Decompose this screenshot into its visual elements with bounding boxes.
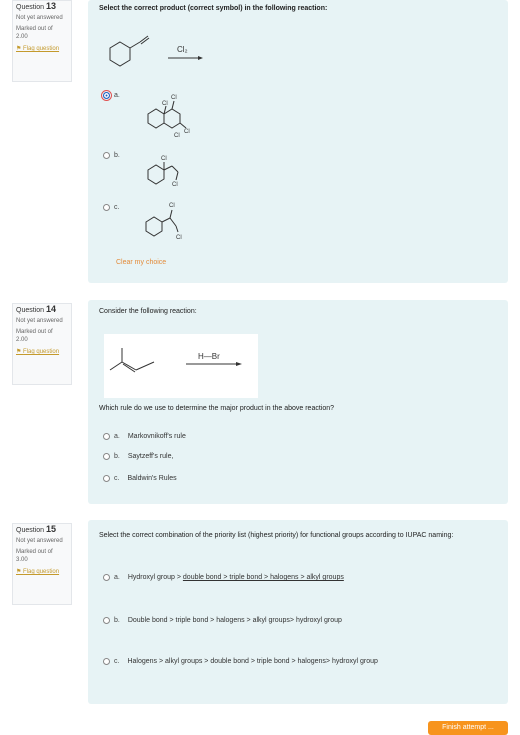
arrow-head [198, 56, 203, 60]
reaction-image: H—Br [104, 334, 258, 398]
atom-label: Cl [169, 203, 175, 209]
option-text: Markovnikoff's rule [127, 433, 186, 440]
question-text: Select the correct combination of the pr… [99, 532, 454, 539]
atom-label: Cl [161, 156, 167, 162]
question-content-15: Select the correct combination of the pr… [88, 520, 508, 704]
reaction-scheme: H—Br [109, 348, 242, 373]
option-letter: b. [114, 453, 120, 460]
option-c[interactable]: c. [103, 204, 127, 211]
question-content-14: Consider the following reaction: H—Br Wh… [88, 300, 508, 504]
radio-option-c[interactable] [103, 475, 110, 482]
flag-icon: ⚑ [16, 349, 24, 355]
question-number: Question 13 [16, 1, 56, 11]
marks-value: 2.00 [16, 34, 28, 40]
option-text: Double bond > triple bond > halogens > a… [127, 617, 342, 624]
option-text: Halogens > alkyl groups > double bond > … [127, 658, 378, 665]
vinyl-bond [129, 41, 141, 49]
radio-option-a[interactable] [103, 433, 110, 440]
radio-option-b[interactable] [103, 152, 110, 159]
radio-option-b[interactable] [103, 453, 110, 460]
option-a[interactable]: a. [101, 90, 128, 101]
flag-icon: ⚑ [16, 46, 24, 52]
reagent-label: H—Br [198, 352, 220, 361]
marked-label: Marked out of [16, 329, 53, 335]
question-prompt: Which rule do we use to determine the ma… [99, 405, 335, 412]
option-letter: a. [114, 92, 120, 99]
option-letter: b. [114, 617, 120, 624]
option-letter: c. [114, 475, 120, 482]
clear-choice-link[interactable]: Clear my choice [116, 259, 166, 266]
reagent-label: Cl₂ [177, 45, 188, 54]
option-letter: a. [114, 433, 120, 440]
question-status: Not yet answered [16, 15, 63, 21]
radio-option-a[interactable] [103, 574, 110, 581]
question-info-13: Question 13 Not yet answered Marked out … [12, 0, 72, 82]
option-b[interactable]: b. Saytzeff's rule, [103, 453, 173, 460]
option-b[interactable]: b. [103, 152, 128, 159]
option-text: Saytzeff's rule, [127, 453, 174, 460]
option-c[interactable]: c. Halogens > alkyl groups > double bond… [103, 658, 378, 665]
question-content-13: Select the correct product (correct symb… [88, 0, 508, 283]
arrow-head [236, 362, 242, 366]
vinyl-double-bond [139, 35, 149, 43]
question-status: Not yet answered [16, 538, 63, 544]
question-number: Question 14 [16, 304, 56, 314]
flag-question-link[interactable]: ⚑ Flag question [16, 45, 68, 52]
option-text: Baldwin's Rules [127, 475, 177, 482]
marks-value: 3.00 [16, 557, 28, 563]
radio-option-b[interactable] [103, 617, 110, 624]
vinyl-double-bond-2 [140, 37, 150, 45]
question-text: Consider the following reaction: [99, 308, 197, 315]
question-status: Not yet answered [16, 318, 63, 324]
question-info-14: Question 14 Not yet answered Marked out … [12, 303, 72, 385]
radio-option-c[interactable] [103, 204, 110, 211]
option-letter: c. [114, 658, 120, 665]
structure-c: Cl Cl [145, 203, 182, 241]
option-c[interactable]: c. Baldwin's Rules [103, 475, 177, 482]
option-letter: a. [114, 574, 120, 581]
atom-label: Cl [172, 182, 178, 188]
flag-question-link[interactable]: ⚑ Flag question [16, 348, 68, 355]
atom-label: Cl [176, 235, 182, 241]
atom-label: Cl [184, 129, 190, 135]
marked-label: Marked out of [16, 26, 53, 32]
option-text-prefix: Hydroxyl group > [127, 574, 183, 581]
reaction-scheme: Cl₂ [109, 35, 203, 67]
marks-value: 2.00 [16, 337, 28, 343]
option-letter: c. [114, 204, 120, 211]
cyclohexene-ring [109, 41, 131, 67]
question-info-15: Question 15 Not yet answered Marked out … [12, 523, 72, 605]
structure-b: Cl Cl [147, 156, 179, 188]
option-a[interactable]: a. Hydroxyl group > double bond > triple… [103, 574, 344, 581]
atom-label: Cl [171, 95, 177, 101]
option-letter: b. [114, 152, 120, 159]
option-b[interactable]: b. Double bond > triple bond > halogens … [103, 617, 342, 624]
question-text: Select the correct product (correct symb… [99, 5, 328, 12]
option-text-underlined: double bond > triple bond > halogens > a… [182, 574, 344, 581]
flag-question-link[interactable]: ⚑ Flag question [16, 568, 68, 575]
atom-label: Cl [162, 101, 168, 107]
radio-option-c[interactable] [103, 658, 110, 665]
finish-attempt-button[interactable]: Finish attempt ... [428, 721, 508, 735]
atom-label: Cl [174, 133, 180, 139]
structure-a: Cl Cl Cl Cl [147, 95, 190, 139]
option-a[interactable]: a. Markovnikoff's rule [103, 433, 186, 440]
radio-option-a[interactable] [101, 90, 112, 101]
flag-icon: ⚑ [16, 569, 24, 575]
question-number: Question 15 [16, 524, 56, 534]
marked-label: Marked out of [16, 549, 53, 555]
